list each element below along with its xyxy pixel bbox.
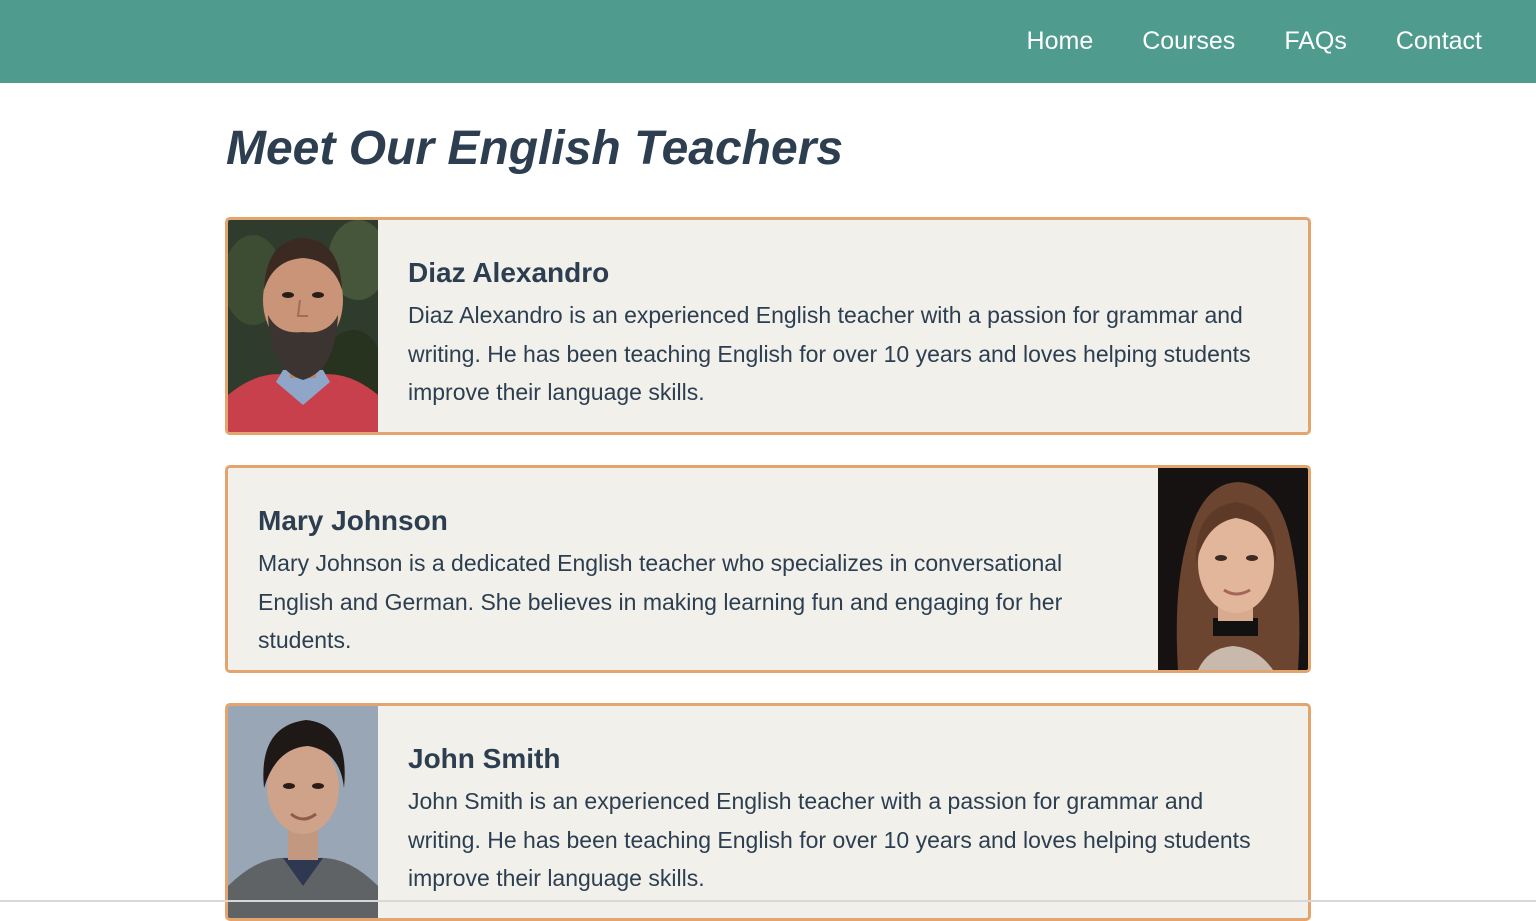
nav-link-courses[interactable]: Courses — [1142, 29, 1235, 54]
teacher-name: John Smith — [408, 743, 561, 774]
teacher-info: Diaz Alexandro Diaz Alexandro is an expe… — [408, 220, 1258, 412]
teacher-name: Diaz Alexandro — [408, 257, 610, 288]
nav-link-faqs[interactable]: FAQs — [1284, 29, 1347, 54]
man-portrait-image — [228, 706, 378, 918]
nav-link-contact[interactable]: Contact — [1396, 29, 1482, 54]
teacher-info: Mary Johnson Mary Johnson is a dedicated… — [258, 468, 1118, 660]
teacher-card: Mary Johnson Mary Johnson is a dedicated… — [225, 465, 1311, 673]
teacher-name: Mary Johnson — [258, 505, 448, 536]
teacher-card: John Smith John Smith is an experienced … — [225, 703, 1311, 921]
top-navbar: Home Courses FAQs Contact — [0, 0, 1536, 83]
teacher-bio: Mary Johnson is a dedicated English teac… — [258, 550, 1063, 653]
teacher-card: Diaz Alexandro Diaz Alexandro is an expe… — [225, 217, 1311, 435]
teacher-bio: Diaz Alexandro is an experienced English… — [408, 302, 1251, 405]
page-title: Meet Our English Teachers — [226, 122, 844, 175]
teacher-info: John Smith John Smith is an experienced … — [408, 706, 1258, 898]
teacher-photo — [1158, 468, 1308, 670]
man-portrait-image — [228, 220, 378, 432]
teacher-bio: John Smith is an experienced English tea… — [408, 788, 1251, 891]
nav-link-home[interactable]: Home — [1027, 29, 1094, 54]
main-nav: Home Courses FAQs Contact — [1027, 0, 1482, 83]
teacher-photo — [228, 706, 378, 918]
teacher-photo — [228, 220, 378, 432]
woman-portrait-image — [1158, 468, 1308, 670]
